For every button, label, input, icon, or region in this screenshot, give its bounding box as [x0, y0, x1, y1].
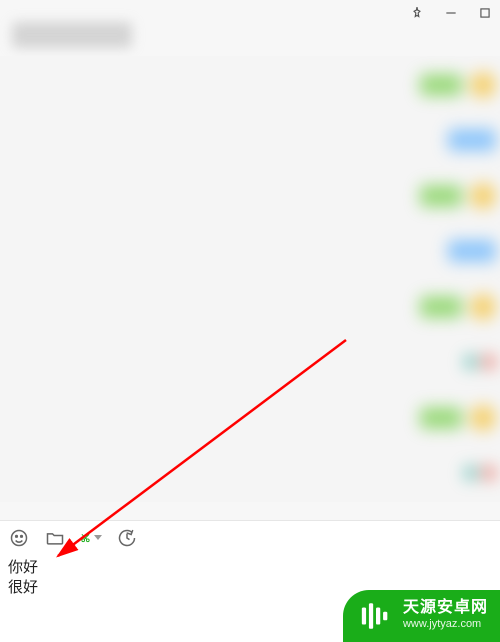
- watermark-url: www.jytyaz.com: [403, 616, 488, 632]
- annotation-arrow: [0, 0, 500, 642]
- chat-window: 你好 很好 天源安卓网 www.jytyaz.com: [0, 0, 500, 642]
- watermark-title: 天源安卓网: [403, 600, 488, 616]
- watermark: 天源安卓网 www.jytyaz.com: [343, 590, 500, 642]
- watermark-logo-icon: [359, 599, 393, 633]
